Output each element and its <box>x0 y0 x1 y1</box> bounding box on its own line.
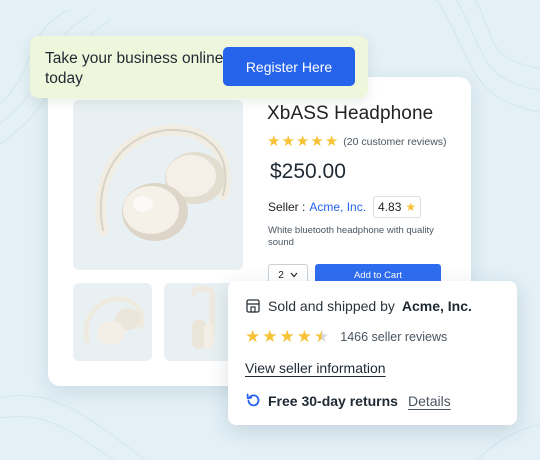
sold-by-name: Acme, Inc. <box>401 298 472 314</box>
store-icon <box>246 299 260 313</box>
product-title: XbASS Headphone <box>267 103 434 124</box>
seller-info-card: Sold and shipped by Acme, Inc. ★ ★ ★ ★ ★… <box>228 281 517 425</box>
reviews-count[interactable]: (20 customer reviews) <box>343 136 446 148</box>
seller-row: Seller : Acme, Inc. 4.83 ★ <box>268 196 422 218</box>
returns-text: Free 30-day returns <box>268 392 398 409</box>
star-icon: ★ <box>324 133 339 150</box>
star-icon: ★ <box>295 133 310 150</box>
star-icon: ★ <box>262 327 278 346</box>
seller-rating: ★ ★ ★ ★ ★ 1466 seller reviews <box>245 328 447 346</box>
star-icon: ★ <box>296 327 312 346</box>
sold-by-row: Sold and shipped by Acme, Inc. <box>245 298 472 314</box>
star-icon: ★ <box>310 133 324 150</box>
refresh-icon <box>246 393 260 407</box>
star-half-icon: ★ <box>314 327 330 346</box>
product-rating: ★ ★ ★ ★ ★ (20 customer reviews) <box>267 134 447 150</box>
headphone-thumbnail-image <box>83 296 145 345</box>
thumbnail-1[interactable] <box>73 283 152 361</box>
product-price: $250.00 <box>270 160 346 183</box>
promo-text: Take your business online today <box>45 50 224 87</box>
seller-link[interactable]: Acme, Inc. <box>309 200 366 214</box>
star-icon: ★ <box>281 133 295 150</box>
register-button[interactable]: Register Here <box>223 47 355 86</box>
star-icon: ★ <box>279 327 295 346</box>
star-icon: ★ <box>245 327 261 346</box>
headphone-image <box>95 124 232 241</box>
seller-reviews-count: 1466 seller reviews <box>340 330 448 344</box>
seller-label: Seller : <box>268 200 306 214</box>
sold-prefix: Sold and shipped by <box>268 298 395 314</box>
view-seller-info-link[interactable]: View seller information <box>245 360 386 376</box>
product-hero-image[interactable] <box>73 100 243 270</box>
star-icon: ★ <box>405 200 417 214</box>
star-icon: ★ <box>267 133 281 150</box>
promo-banner: Take your business online today Register… <box>30 36 368 98</box>
quantity-value: 2 <box>278 269 284 281</box>
returns-details-link[interactable]: Details <box>408 393 451 409</box>
chevron-down-icon <box>290 272 298 278</box>
seller-score-value: 4.83 <box>378 200 402 214</box>
seller-score-badge: 4.83 ★ <box>373 196 422 218</box>
product-description: White bluetooth headphone with quality s… <box>268 225 434 248</box>
returns-row: Free 30-day returns Details <box>245 392 451 409</box>
